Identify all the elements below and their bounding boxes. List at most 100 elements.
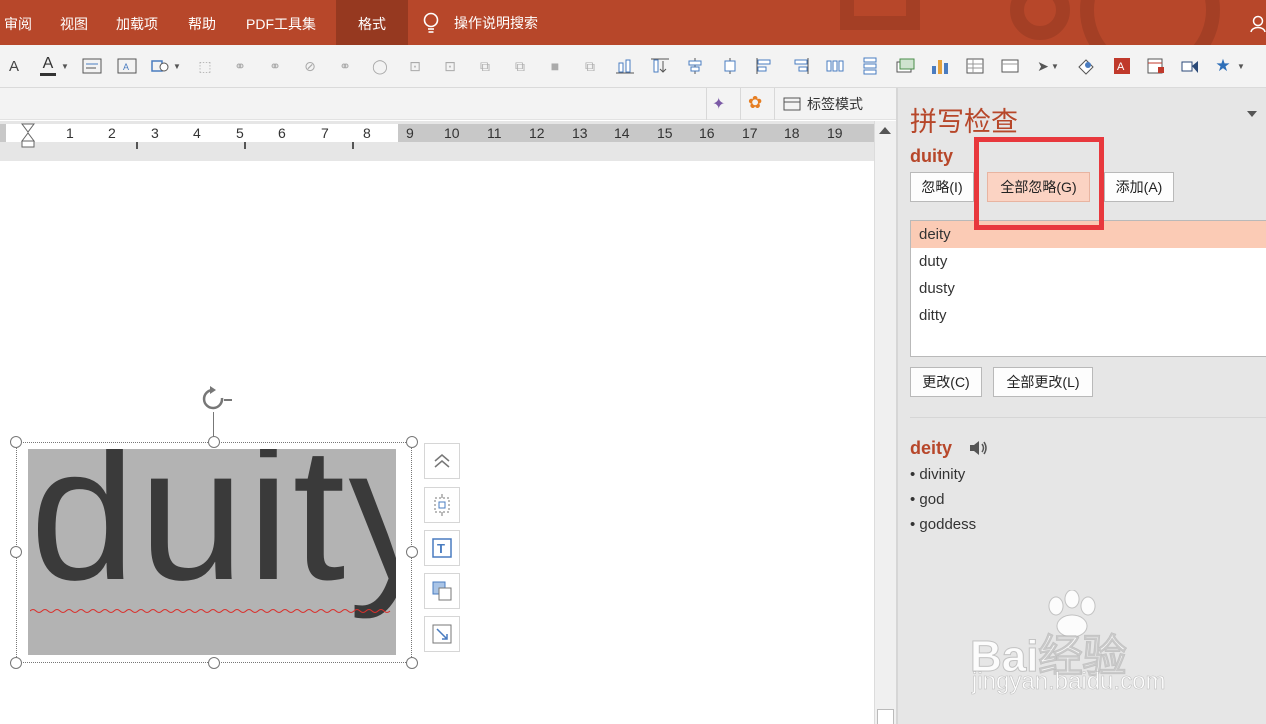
suggestion-list[interactable]: deity duty dusty ditty bbox=[910, 220, 1266, 357]
ungroup-icon[interactable]: ⊡ bbox=[440, 56, 460, 76]
ignore-button[interactable]: 忽略(I) bbox=[910, 172, 974, 202]
tab-addins[interactable]: 加载项 bbox=[108, 0, 166, 45]
tab-stop-marker[interactable] bbox=[244, 142, 246, 149]
ruler-label: 19 bbox=[827, 125, 843, 141]
ruler-label: 15 bbox=[657, 125, 673, 141]
synonym-item: • goddess bbox=[910, 516, 977, 533]
resize-handle-left[interactable] bbox=[10, 546, 22, 558]
layout-options-button[interactable] bbox=[424, 487, 460, 523]
chart-icon[interactable] bbox=[930, 56, 950, 76]
combine-icon[interactable]: ⊘ bbox=[300, 56, 320, 76]
resize-handle-bottom-left[interactable] bbox=[10, 657, 22, 669]
distribute-icon[interactable] bbox=[720, 56, 740, 76]
resize-handle-top-left[interactable] bbox=[10, 436, 22, 448]
scroll-up-arrow-icon[interactable] bbox=[879, 127, 891, 134]
ruler-label: 1 bbox=[66, 125, 74, 141]
fragment-icon[interactable]: ⚭ bbox=[335, 56, 355, 76]
dropdown-arrow-icon[interactable]: ▼ bbox=[60, 56, 70, 76]
tell-me-search[interactable]: 操作说明搜索 bbox=[422, 0, 538, 45]
text-options-button[interactable]: T bbox=[424, 530, 460, 566]
pane-options-arrow-icon[interactable] bbox=[1247, 111, 1257, 117]
ruler-label: 14 bbox=[614, 125, 630, 141]
ruler-label: 8 bbox=[363, 125, 371, 141]
union-icon[interactable]: ⚭ bbox=[265, 56, 285, 76]
resize-handle-top[interactable] bbox=[208, 436, 220, 448]
rotate-handle-icon[interactable] bbox=[200, 386, 234, 416]
gear-icon[interactable]: ✿ bbox=[748, 93, 762, 113]
bring-forward-icon bbox=[432, 581, 452, 601]
scroll-thumb[interactable] bbox=[877, 709, 894, 724]
add-button[interactable]: 添加(A) bbox=[1104, 172, 1174, 202]
suggestion-item[interactable]: duty bbox=[911, 248, 1266, 275]
tab-format[interactable]: 格式 bbox=[336, 0, 408, 45]
vertical-scrollbar[interactable] bbox=[874, 121, 896, 724]
tab-stop-marker[interactable] bbox=[136, 142, 138, 149]
indent-marker-icon[interactable] bbox=[21, 123, 35, 149]
speaker-icon[interactable] bbox=[968, 439, 988, 457]
align-middle-icon[interactable] bbox=[685, 56, 705, 76]
text-effects-icon[interactable]: A bbox=[1112, 56, 1132, 76]
dropdown-arrow-icon[interactable]: ▼ bbox=[1236, 56, 1246, 76]
resize-handle-bottom[interactable] bbox=[208, 657, 220, 669]
ruler-label: 11 bbox=[487, 125, 502, 141]
selection-pane-icon[interactable]: ⧉ bbox=[580, 56, 600, 76]
regroup-icon[interactable]: ⧉ bbox=[475, 56, 495, 76]
intersect-icon[interactable]: ◯ bbox=[370, 56, 390, 76]
user-icon[interactable] bbox=[1250, 15, 1266, 33]
table-grid-icon[interactable] bbox=[1000, 56, 1020, 76]
table-icon[interactable] bbox=[965, 56, 985, 76]
ruler-active-area bbox=[6, 124, 398, 142]
change-all-button[interactable]: 全部更改(L) bbox=[993, 367, 1093, 397]
ruler-label: 18 bbox=[784, 125, 800, 141]
merge-shapes-icon[interactable]: ⚭ bbox=[230, 56, 250, 76]
font-size-icon[interactable]: A bbox=[4, 56, 24, 76]
suggestion-item[interactable]: dusty bbox=[911, 275, 1266, 302]
change-button[interactable]: 更改(C) bbox=[910, 367, 982, 397]
dropdown-arrow-icon[interactable]: ▼ bbox=[172, 56, 182, 76]
distribute-horizontal-icon[interactable] bbox=[825, 56, 845, 76]
ruler-label: 10 bbox=[444, 125, 460, 141]
align-right-icon[interactable] bbox=[790, 56, 810, 76]
text-box-icon[interactable] bbox=[82, 56, 102, 76]
svg-text:A: A bbox=[123, 62, 129, 72]
collapse-button[interactable] bbox=[424, 443, 460, 479]
dropdown-arrow-icon[interactable]: ▼ bbox=[1050, 56, 1060, 76]
arrange-button[interactable] bbox=[424, 573, 460, 609]
double-chevron-up-icon bbox=[434, 454, 450, 468]
ruler-label: 12 bbox=[529, 125, 545, 141]
align-bottom-icon[interactable] bbox=[615, 56, 635, 76]
ruler-label: 17 bbox=[742, 125, 758, 141]
distribute-vertical-icon[interactable] bbox=[860, 56, 880, 76]
tab-help[interactable]: 帮助 bbox=[180, 0, 224, 45]
tab-view[interactable]: 视图 bbox=[52, 0, 96, 45]
crop-button[interactable] bbox=[424, 616, 460, 652]
suggestion-item[interactable]: ditty bbox=[911, 302, 1266, 329]
tab-pdf-tools[interactable]: PDF工具集 bbox=[238, 0, 324, 45]
bring-forward-icon[interactable]: ⧉ bbox=[510, 56, 530, 76]
resize-handle-right[interactable] bbox=[406, 546, 418, 558]
section-divider bbox=[910, 417, 1266, 418]
presenter-icon[interactable] bbox=[1180, 56, 1200, 76]
vertical-text-box-icon[interactable]: A bbox=[117, 56, 137, 76]
ruler-label: 7 bbox=[321, 125, 329, 141]
align-left-icon[interactable] bbox=[755, 56, 775, 76]
align-top-icon[interactable] bbox=[650, 56, 670, 76]
slide-layout-icon[interactable] bbox=[895, 56, 915, 76]
group-icon[interactable]: ⊡ bbox=[405, 56, 425, 76]
ruler-label: 16 bbox=[699, 125, 715, 141]
font-color-icon[interactable]: A bbox=[38, 55, 58, 76]
edit-shape-icon[interactable] bbox=[150, 56, 170, 76]
divider bbox=[706, 88, 707, 120]
magic-wand-icon[interactable]: ✦ bbox=[712, 94, 725, 114]
replace-icon[interactable] bbox=[1076, 56, 1096, 76]
resize-handle-bottom-right[interactable] bbox=[406, 657, 418, 669]
tag-mode-button[interactable]: 标签模式 bbox=[774, 88, 863, 120]
tab-stop-marker[interactable] bbox=[352, 142, 354, 149]
send-backward-icon[interactable]: ■ bbox=[545, 56, 565, 76]
resize-handle-top-right[interactable] bbox=[406, 436, 418, 448]
arrange-icon[interactable]: ⬚ bbox=[195, 56, 215, 76]
slide-sorter-icon[interactable] bbox=[1146, 56, 1166, 76]
dictionary-word: deity bbox=[910, 438, 953, 458]
star-icon[interactable]: ★ bbox=[1213, 56, 1233, 76]
tab-review[interactable]: 审阅 bbox=[0, 0, 40, 45]
